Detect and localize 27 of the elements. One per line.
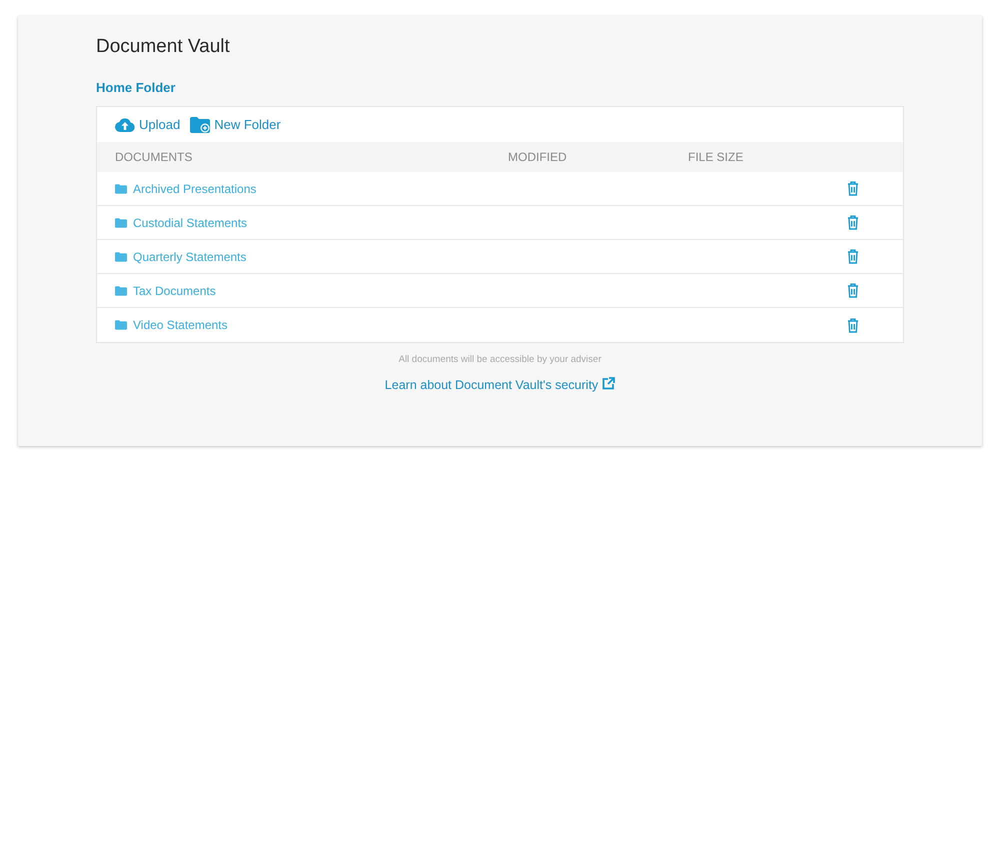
folder-icon [115,286,127,296]
folder-icon [115,252,127,262]
folder-link[interactable]: Custodial Statements [133,214,248,232]
folder-link[interactable]: Video Statements [133,316,228,334]
folder-link[interactable]: Quarterly Statements [133,248,246,266]
security-link[interactable]: Learn about Document Vault's security [384,376,616,395]
cloud-upload-icon [115,118,135,132]
trash-icon[interactable] [847,249,859,264]
folder-icon [115,184,127,194]
folder-icon [115,218,127,228]
trash-icon[interactable] [847,215,859,230]
page-title: Document Vault [96,36,230,58]
external-link-icon [602,377,616,390]
folder-plus-icon [190,116,210,132]
column-header: MODIFIED [508,149,568,166]
adviser-note: All documents will be accessible by your adviser [398,353,602,367]
breadcrumb-link[interactable]: Home Folder [96,80,176,95]
column-header: DOCUMENTS [115,149,194,166]
trash-icon[interactable] [847,181,859,196]
folder-icon [115,320,127,330]
trash-icon[interactable] [847,318,859,332]
upload-button[interactable]: Upload [115,114,180,134]
column-header: FILE SIZE [688,149,744,166]
new-folder-button[interactable]: New Folder [190,114,281,134]
folder-link[interactable]: Tax Documents [133,282,216,300]
folder-link[interactable]: Archived Presentations [133,180,256,198]
trash-icon[interactable] [847,283,859,298]
